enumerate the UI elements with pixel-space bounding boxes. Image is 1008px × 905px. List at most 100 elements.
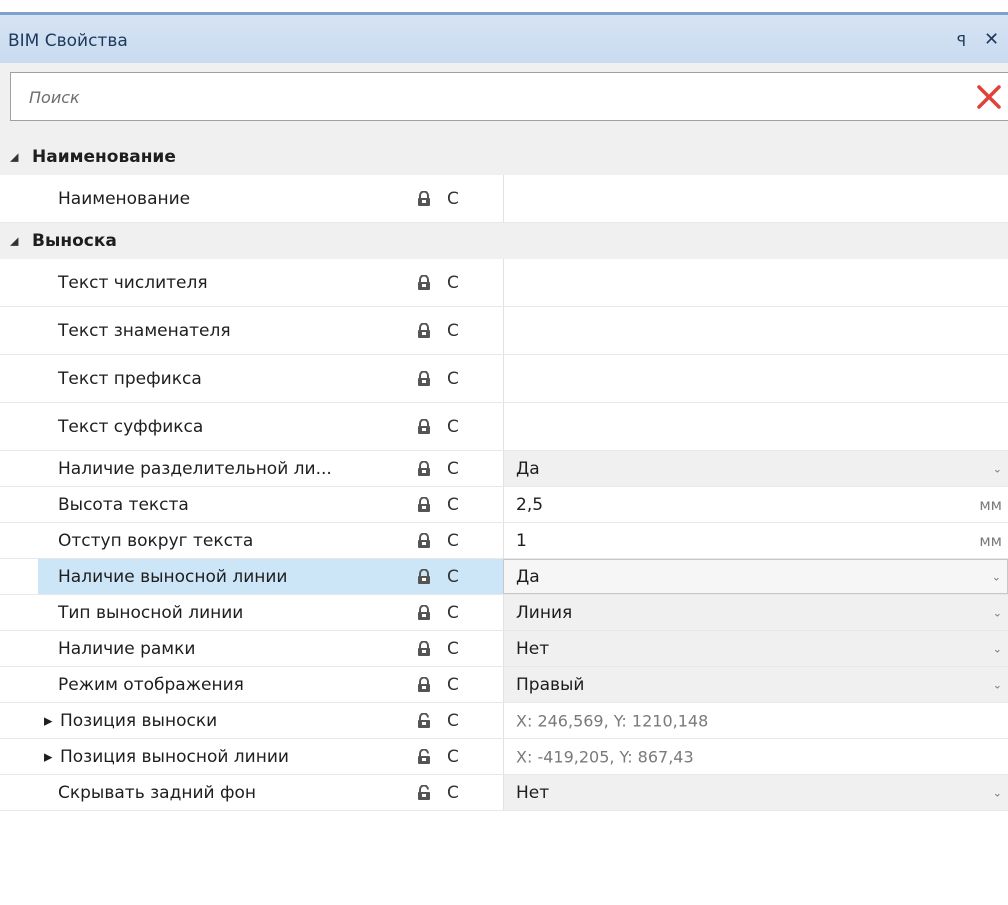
property-value-cell[interactable] (503, 307, 1008, 354)
property-dropdown[interactable]: Нет ⌄ (503, 631, 1008, 666)
chevron-down-icon[interactable]: ⌄ (993, 786, 1002, 799)
property-row[interactable]: Текст суффикса C (0, 403, 1008, 451)
property-label: Текст префикса (58, 368, 202, 389)
chevron-down-icon[interactable]: ⌄ (993, 606, 1002, 619)
panel-titlebar: BIM Свойства ꟼ ✕ (0, 12, 1008, 63)
property-label: Наличие разделительной ли... (58, 458, 332, 479)
property-row[interactable]: Наличие разделительной ли... C Да ⌄ (0, 451, 1008, 487)
property-label: Текст знаменателя (58, 320, 231, 341)
property-dropdown[interactable]: Правый ⌄ (503, 667, 1008, 702)
property-label: Скрывать задний фон (58, 782, 256, 803)
property-name-cell: Текст префикса (38, 355, 403, 402)
property-value-cell[interactable] (503, 259, 1008, 306)
unit-label: мм (979, 495, 1002, 514)
property-label: Наименование (58, 188, 191, 209)
property-name-cell: Тип выносной линии (38, 595, 403, 630)
lock-cell (403, 559, 437, 594)
property-dropdown[interactable]: Да ⌄ (503, 451, 1008, 486)
property-name-cell: Наименование (38, 175, 403, 222)
mark-label: C (447, 674, 459, 695)
property-value: 2,5 (516, 494, 544, 515)
property-label: Режим отображения (58, 674, 244, 695)
unit-label: мм (979, 531, 1002, 550)
search-input[interactable] (29, 86, 949, 108)
chevron-down-icon[interactable]: ⌄ (993, 642, 1002, 655)
clear-icon (977, 85, 1001, 109)
lock-icon (418, 322, 430, 338)
property-value-cell: X: 246,569, Y: 1210,148 (503, 703, 1008, 738)
property-label: Высота текста (58, 494, 189, 515)
collapse-icon[interactable]: ◢ (10, 235, 18, 248)
property-name-cell: Режим отображения (38, 667, 403, 702)
clear-search-button[interactable] (969, 77, 1008, 117)
mark-label: C (447, 320, 459, 341)
property-value: X: 246,569, Y: 1210,148 (516, 711, 709, 730)
property-dropdown[interactable]: Да ⌄ (503, 559, 1008, 594)
property-row[interactable]: Высота текста C 2,5 мм (0, 487, 1008, 523)
expand-icon[interactable]: ▶ (44, 714, 52, 727)
dropdown-value: Нет (516, 638, 550, 659)
property-row-selected[interactable]: Наличие выносной линии C Да ⌄ (0, 559, 1008, 595)
property-value-cell[interactable] (503, 175, 1008, 222)
mark-label: C (447, 638, 459, 659)
mark-label: C (447, 188, 459, 209)
lock-cell (403, 595, 437, 630)
mark-cell: C (437, 355, 503, 402)
lock-icon (418, 418, 430, 434)
lock-cell (403, 355, 437, 402)
property-dropdown[interactable]: Нет ⌄ (503, 775, 1008, 810)
unlock-icon (418, 784, 430, 800)
mark-cell: C (437, 595, 503, 630)
group-header[interactable]: ◢ Выноска (0, 223, 1008, 259)
lock-cell (403, 631, 437, 666)
property-row[interactable]: Отступ вокруг текста C 1 мм (0, 523, 1008, 559)
property-row[interactable]: Тип выносной линии C Линия ⌄ (0, 595, 1008, 631)
chevron-down-icon[interactable]: ⌄ (992, 570, 1001, 583)
lock-icon (418, 532, 430, 548)
dropdown-value: Нет (516, 782, 550, 803)
lock-cell (403, 403, 437, 450)
chevron-down-icon[interactable]: ⌄ (993, 678, 1002, 691)
property-label: Наличие выносной линии (58, 566, 288, 587)
property-dropdown[interactable]: Линия ⌄ (503, 595, 1008, 630)
property-value: X: -419,205, Y: 867,43 (516, 747, 694, 766)
expand-icon[interactable]: ▶ (44, 750, 52, 763)
lock-icon (418, 676, 430, 692)
property-row[interactable]: ▶ Позиция выносной линии C X: -419,205, … (0, 739, 1008, 775)
property-row[interactable]: Текст префикса C (0, 355, 1008, 403)
property-row[interactable]: ▶ Позиция выноски C X: 246,569, Y: 1210,… (0, 703, 1008, 739)
lock-icon (418, 460, 430, 476)
property-value-cell[interactable] (503, 355, 1008, 402)
property-row[interactable]: Наличие рамки C Нет ⌄ (0, 631, 1008, 667)
mark-cell: C (437, 451, 503, 486)
lock-cell (403, 667, 437, 702)
property-row[interactable]: Скрывать задний фон C Нет ⌄ (0, 775, 1008, 811)
pin-icon[interactable]: ꟼ (957, 32, 966, 50)
property-name-cell: Текст числителя (38, 259, 403, 306)
property-row[interactable]: Текст числителя C (0, 259, 1008, 307)
group-header[interactable]: ◢ Наименование (0, 139, 1008, 175)
lock-icon (418, 496, 430, 512)
collapse-icon[interactable]: ◢ (10, 151, 18, 164)
lock-icon (418, 274, 430, 290)
property-row[interactable]: Текст знаменателя C (0, 307, 1008, 355)
dropdown-value: Линия (516, 602, 573, 623)
lock-cell (403, 175, 437, 222)
property-name-cell: Высота текста (38, 487, 403, 522)
property-value-cell[interactable]: 2,5 мм (503, 487, 1008, 522)
close-icon[interactable]: ✕ (984, 29, 999, 50)
mark-cell: C (437, 259, 503, 306)
property-value-cell[interactable] (503, 403, 1008, 450)
lock-cell (403, 739, 437, 774)
property-name-cell: Наличие разделительной ли... (38, 451, 403, 486)
lock-cell (403, 307, 437, 354)
property-name-cell: ▶ Позиция выноски (38, 703, 403, 738)
chevron-down-icon[interactable]: ⌄ (993, 462, 1002, 475)
mark-label: C (447, 566, 459, 587)
mark-label: C (447, 272, 459, 293)
property-value-cell[interactable]: 1 мм (503, 523, 1008, 558)
property-label: Позиция выносной линии (60, 746, 289, 767)
property-value: 1 (516, 530, 527, 551)
property-row[interactable]: Наименование C (0, 175, 1008, 223)
property-row[interactable]: Режим отображения C Правый ⌄ (0, 667, 1008, 703)
